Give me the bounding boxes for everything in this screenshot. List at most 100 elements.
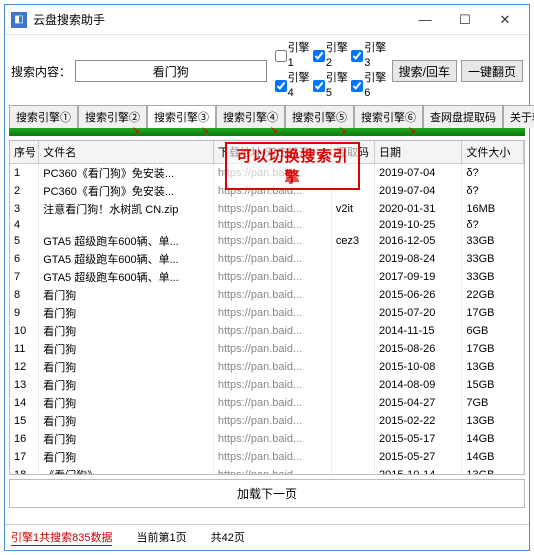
table-row[interactable]: 2PC360《看门狗》免安装...https://pan.baid...2019… (10, 182, 524, 200)
cell-seq: 5 (10, 232, 39, 250)
cell-name: 看门狗 (39, 448, 214, 466)
engine-checkbox-2[interactable]: 引擎2 (313, 41, 349, 71)
cell-seq: 10 (10, 322, 39, 340)
cell-date: 2015-07-20 (375, 304, 462, 322)
next-page-button[interactable]: 一键翻页 (461, 60, 523, 82)
tab-engine-7[interactable]: 查网盘提取码 (423, 105, 503, 128)
close-button[interactable]: ✕ (485, 6, 525, 34)
cell-pwd (331, 448, 374, 466)
table-row[interactable]: 3注意看门狗！水树凯 CN.ziphttps://pan.baid...v2it… (10, 200, 524, 218)
engine-checkbox-4[interactable]: 引擎4 (275, 71, 311, 101)
cell-name: 看门狗 (39, 412, 214, 430)
engine-checkbox-6[interactable]: 引擎6 (351, 71, 387, 101)
window-title: 云盘搜索助手 (33, 11, 405, 28)
search-button[interactable]: 搜索/回车 (392, 60, 457, 82)
cell-seq: 2 (10, 182, 39, 200)
cell-url: https://pan.baid... (213, 232, 331, 250)
col-url[interactable]: 下载地址(双击打开) (213, 141, 331, 164)
load-more-button[interactable]: 加载下一页 (9, 479, 525, 508)
cell-pwd (331, 322, 374, 340)
tab-engine-6[interactable]: 搜索引擎⑥↘ (354, 105, 423, 128)
col-size[interactable]: 文件大小 (462, 141, 524, 164)
arrow-icon: ↘ (132, 125, 140, 136)
tab-engine-1[interactable]: 搜索引擎① (9, 105, 78, 128)
cell-url: https://pan.baid... (213, 466, 331, 475)
minimize-button[interactable]: — (405, 6, 445, 34)
table-row[interactable]: 11看门狗https://pan.baid...2015-08-2617GB (10, 340, 524, 358)
cell-url: https://pan.baid... (213, 376, 331, 394)
cell-pwd (331, 358, 374, 376)
cell-pwd (331, 268, 374, 286)
cell-name: PC360《看门狗》免安装... (39, 182, 214, 200)
table-row[interactable]: 6GTA5 超级跑车600辆、单...https://pan.baid...20… (10, 250, 524, 268)
table-row[interactable]: 5GTA5 超级跑车600辆、单...https://pan.baid...ce… (10, 232, 524, 250)
cell-size: 33GB (462, 232, 524, 250)
cell-pwd (331, 218, 374, 232)
maximize-button[interactable]: ☐ (445, 6, 485, 34)
table-row[interactable]: 16看门狗https://pan.baid...2015-05-1714GB (10, 430, 524, 448)
app-icon: ◧ (11, 12, 27, 28)
tab-engine-3[interactable]: 搜索引擎③↘ (147, 105, 216, 128)
engine-checkbox-5[interactable]: 引擎5 (313, 71, 349, 101)
cell-seq: 6 (10, 250, 39, 268)
cell-size: 16MB (462, 200, 524, 218)
cell-seq: 14 (10, 394, 39, 412)
tab-engine-4[interactable]: 搜索引擎④↘ (216, 105, 285, 128)
table-row[interactable]: 14看门狗https://pan.baid...2015-04-277GB (10, 394, 524, 412)
cell-size: 13GB (462, 358, 524, 376)
cell-seq: 17 (10, 448, 39, 466)
cell-size: 15GB (462, 376, 524, 394)
results-table: 序号 文件名 下载地址(双击打开) 提取码 日期 文件大小 1PC360《看门狗… (10, 141, 524, 475)
cell-seq: 1 (10, 164, 39, 183)
col-pwd[interactable]: 提取码 (331, 141, 374, 164)
cell-url: https://pan.baid... (213, 358, 331, 376)
cell-pwd (331, 250, 374, 268)
table-row[interactable]: 9看门狗https://pan.baid...2015-07-2017GB (10, 304, 524, 322)
cell-size: 17GB (462, 340, 524, 358)
cell-name: 《看门狗》 (39, 466, 214, 475)
cell-date: 2015-10-08 (375, 358, 462, 376)
cell-name: 看门狗 (39, 430, 214, 448)
cell-url: https://pan.baid... (213, 394, 331, 412)
table-row[interactable]: 13看门狗https://pan.baid...2014-08-0915GB (10, 376, 524, 394)
cell-seq: 12 (10, 358, 39, 376)
cell-url: https://pan.baid... (213, 322, 331, 340)
cell-date: 2015-10-14 (375, 466, 462, 475)
cell-date: 2020-01-31 (375, 200, 462, 218)
col-seq[interactable]: 序号 (10, 141, 39, 164)
cell-name: GTA5 超级跑车600辆、单... (39, 232, 214, 250)
cell-size: 17GB (462, 304, 524, 322)
cell-url: https://pan.baid... (213, 182, 331, 200)
tab-engine-8[interactable]: 关于软件 (503, 105, 534, 128)
cell-url: https://pan.baid... (213, 164, 331, 183)
col-name[interactable]: 文件名 (39, 141, 214, 164)
table-row[interactable]: 7GTA5 超级跑车600辆、单...https://pan.baid...20… (10, 268, 524, 286)
engine-checkbox-1[interactable]: 引擎1 (275, 41, 311, 71)
cell-name: GTA5 超级跑车600辆、单... (39, 268, 214, 286)
table-row[interactable]: 1PC360《看门狗》免安装...https://pan.baid...2019… (10, 164, 524, 183)
col-date[interactable]: 日期 (375, 141, 462, 164)
engine-checkbox-3[interactable]: 引擎3 (351, 41, 387, 71)
tab-engine-2[interactable]: 搜索引擎②↘ (78, 105, 147, 128)
table-row[interactable]: 8看门狗https://pan.baid...2015-06-2622GB (10, 286, 524, 304)
search-input[interactable] (75, 60, 267, 82)
cell-pwd (331, 376, 374, 394)
table-row[interactable]: 4https://pan.baid...2019-10-25δ? (10, 218, 524, 232)
table-row[interactable]: 10看门狗https://pan.baid...2014-11-156GB (10, 322, 524, 340)
table-row[interactable]: 17看门狗https://pan.baid...2015-05-2714GB (10, 448, 524, 466)
cell-size: 14GB (462, 448, 524, 466)
cell-size: 13GB (462, 466, 524, 475)
cell-seq: 13 (10, 376, 39, 394)
cell-name: PC360《看门狗》免安装... (39, 164, 214, 183)
cell-name: 看门狗 (39, 340, 214, 358)
progress-bar (9, 128, 525, 136)
table-row[interactable]: 18《看门狗》https://pan.baid...2015-10-1413GB (10, 466, 524, 475)
cell-pwd: v2it (331, 200, 374, 218)
cell-size: 33GB (462, 250, 524, 268)
tab-engine-5[interactable]: 搜索引擎⑤↘ (285, 105, 354, 128)
search-label: 搜索内容： (11, 63, 71, 80)
table-row[interactable]: 12看门狗https://pan.baid...2015-10-0813GB (10, 358, 524, 376)
table-row[interactable]: 15看门狗https://pan.baid...2015-02-2213GB (10, 412, 524, 430)
cell-date: 2015-02-22 (375, 412, 462, 430)
engine-checkboxes: 引擎1引擎2引擎3 引擎4引擎5引擎6 (275, 41, 388, 101)
